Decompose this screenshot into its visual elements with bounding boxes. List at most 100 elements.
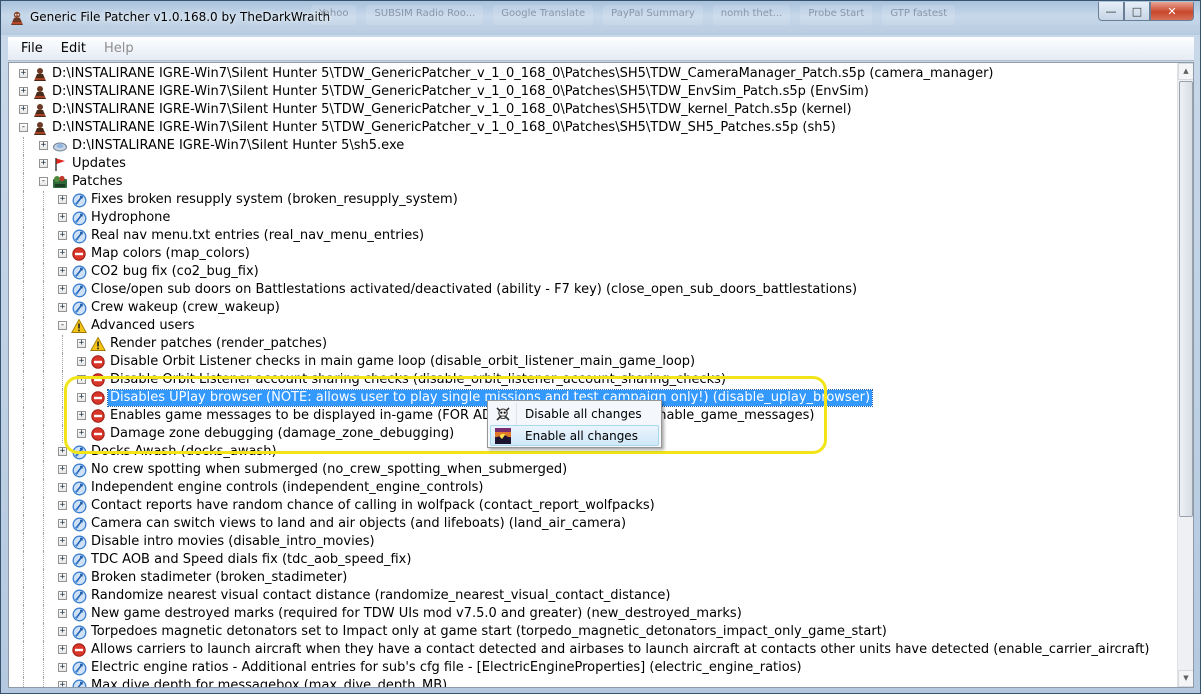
patch-file-icon: [32, 102, 48, 118]
context-menu: Disable all changes Enable all changes: [487, 400, 662, 448]
patch-enabled-icon: [71, 588, 87, 604]
tree-row[interactable]: + Broken stadimeter (broken_stadimeter): [9, 569, 1178, 587]
collapse-toggle[interactable]: -: [19, 123, 28, 132]
tree-row[interactable]: + Hydrophone: [9, 209, 1178, 227]
tree-row[interactable]: + Disable intro movies (disable_intro_mov…: [9, 533, 1178, 551]
expand-toggle[interactable]: +: [39, 159, 48, 168]
disable-all-changes-item[interactable]: Disable all changes: [490, 403, 659, 424]
expand-toggle[interactable]: +: [58, 555, 67, 564]
expand-toggle[interactable]: +: [58, 591, 67, 600]
close-button[interactable]: ✕: [1150, 2, 1194, 21]
enable-all-changes-item[interactable]: Enable all changes: [490, 425, 659, 446]
expand-toggle[interactable]: +: [58, 681, 67, 687]
maximize-button[interactable]: □: [1124, 2, 1150, 21]
tree-row[interactable]: + New game destroyed marks (required for …: [9, 605, 1178, 623]
expand-toggle[interactable]: +: [58, 537, 67, 546]
expand-toggle[interactable]: +: [58, 285, 67, 294]
expand-toggle[interactable]: +: [58, 303, 67, 312]
warning-icon: [71, 318, 87, 334]
tree-row[interactable]: + Map colors (map_colors): [9, 245, 1178, 263]
tree-guide-line: [23, 497, 24, 515]
expand-toggle[interactable]: +: [58, 267, 67, 276]
tree-row[interactable]: + Real nav menu.txt entries (real_nav_men…: [9, 227, 1178, 245]
menu-help[interactable]: Help: [95, 39, 143, 58]
tree-row[interactable]: + Close/open sub doors on Battlestations …: [9, 281, 1178, 299]
tree-row[interactable]: + D:\INSTALIRANE IGRE-Win7\Silent Hunter …: [9, 83, 1178, 101]
expand-toggle[interactable]: +: [77, 339, 86, 348]
tree-row[interactable]: + Independent engine controls (independen…: [9, 479, 1178, 497]
tree-row[interactable]: - Patches: [9, 173, 1178, 191]
minimize-button[interactable]: —: [1098, 2, 1124, 21]
tree-guide-line: [62, 335, 63, 353]
tree-guide-line: [23, 659, 24, 677]
tree-row[interactable]: + Torpedoes magnetic detonators set to Im…: [9, 623, 1178, 641]
tree-row[interactable]: + Camera can switch views to land and air…: [9, 515, 1178, 533]
expand-toggle[interactable]: +: [19, 105, 28, 114]
tree-row-label: D:\INSTALIRANE IGRE-Win7\Silent Hunter 5…: [52, 102, 852, 117]
tree-guide-line: [23, 425, 24, 443]
tree-row[interactable]: + Updates: [9, 155, 1178, 173]
tree-guide-line: [43, 659, 44, 677]
tree-row-label: Updates: [72, 156, 126, 171]
expand-toggle[interactable]: +: [58, 627, 67, 636]
expand-toggle[interactable]: +: [19, 69, 28, 78]
tree-guide-line: [62, 353, 63, 371]
tree-row[interactable]: + TDC AOB and Speed dials fix (tdc_aob_sp…: [9, 551, 1178, 569]
tree-row-label: Camera can switch views to land and air …: [91, 516, 627, 531]
patch-tree-view[interactable]: + D:\INSTALIRANE IGRE-Win7\Silent Hunter …: [8, 62, 1194, 688]
tree-row-label: Patches: [72, 174, 123, 189]
expand-toggle[interactable]: +: [19, 87, 28, 96]
expand-toggle[interactable]: +: [58, 609, 67, 618]
title-bar[interactable]: Generic File Patcher v1.0.168.0 by TheDa…: [1, 1, 1200, 35]
patch-enabled-icon: [71, 192, 87, 208]
tree-guide-line: [43, 263, 44, 281]
updates-flag-icon: [52, 156, 68, 172]
expand-toggle[interactable]: +: [58, 249, 67, 258]
tree-row[interactable]: + Randomize nearest visual contact distan…: [9, 587, 1178, 605]
app-window: Generic File Patcher v1.0.168.0 by TheDa…: [0, 0, 1201, 694]
tree-guide-line: [43, 551, 44, 569]
expand-toggle[interactable]: +: [58, 519, 67, 528]
tree-row[interactable]: + D:\INSTALIRANE IGRE-Win7\Silent Hunter …: [9, 65, 1178, 83]
ghost-tab: PayPal Summary: [603, 5, 703, 25]
expand-toggle[interactable]: +: [58, 231, 67, 240]
expand-toggle[interactable]: +: [58, 213, 67, 222]
expand-toggle[interactable]: +: [58, 483, 67, 492]
expand-toggle[interactable]: +: [58, 645, 67, 654]
expand-toggle[interactable]: +: [58, 501, 67, 510]
expand-toggle[interactable]: +: [39, 141, 48, 150]
tree-row-label: Max dive depth for messagebox (max_dive_…: [91, 678, 448, 688]
tree-row[interactable]: + D:\INSTALIRANE IGRE-Win7\Silent Hunter …: [9, 101, 1178, 119]
expand-toggle[interactable]: +: [58, 573, 67, 582]
tree-row[interactable]: - D:\INSTALIRANE IGRE-Win7\Silent Hunter …: [9, 119, 1178, 137]
menu-file[interactable]: File: [12, 39, 52, 58]
scroll-thumb[interactable]: [1179, 81, 1193, 517]
tree-row[interactable]: + Electric engine ratios - Additional ent…: [9, 659, 1178, 677]
tree-row[interactable]: + No crew spotting when submerged (no_cre…: [9, 461, 1178, 479]
tree-row[interactable]: + Crew wakeup (crew_wakeup): [9, 299, 1178, 317]
collapse-toggle[interactable]: -: [39, 177, 48, 186]
tree-guide-line: [23, 155, 24, 173]
tree-row[interactable]: + Disable Orbit Listener checks in main g…: [9, 353, 1178, 371]
expand-toggle[interactable]: +: [77, 357, 86, 366]
expand-toggle[interactable]: +: [58, 195, 67, 204]
tree-row[interactable]: - Advanced users: [9, 317, 1178, 335]
tree-row[interactable]: + Fixes broken resupply system (broken_re…: [9, 191, 1178, 209]
tree-row[interactable]: + Allows carriers to launch aircraft when…: [9, 641, 1178, 659]
tree-row[interactable]: + Render patches (render_patches): [9, 335, 1178, 353]
tree-row[interactable]: + CO2 bug fix (co2_bug_fix): [9, 263, 1178, 281]
tree-row[interactable]: + D:\INSTALIRANE IGRE-Win7\Silent Hunter …: [9, 137, 1178, 155]
expand-toggle[interactable]: +: [58, 447, 67, 456]
scroll-down-button[interactable]: ▼: [1178, 670, 1193, 687]
expand-toggle[interactable]: +: [58, 465, 67, 474]
tree-row[interactable]: + Max dive depth for messagebox (max_dive…: [9, 677, 1178, 688]
menu-edit[interactable]: Edit: [52, 39, 95, 58]
tree-row[interactable]: + Contact reports have random chance of c…: [9, 497, 1178, 515]
collapse-toggle[interactable]: -: [58, 321, 67, 330]
tree-guide-line: [43, 587, 44, 605]
tree-guide-line: [23, 227, 24, 245]
vertical-scrollbar[interactable]: ▲ ▼: [1177, 63, 1193, 687]
patch-file-icon: [32, 120, 48, 136]
expand-toggle[interactable]: +: [58, 663, 67, 672]
scroll-up-button[interactable]: ▲: [1178, 63, 1193, 80]
